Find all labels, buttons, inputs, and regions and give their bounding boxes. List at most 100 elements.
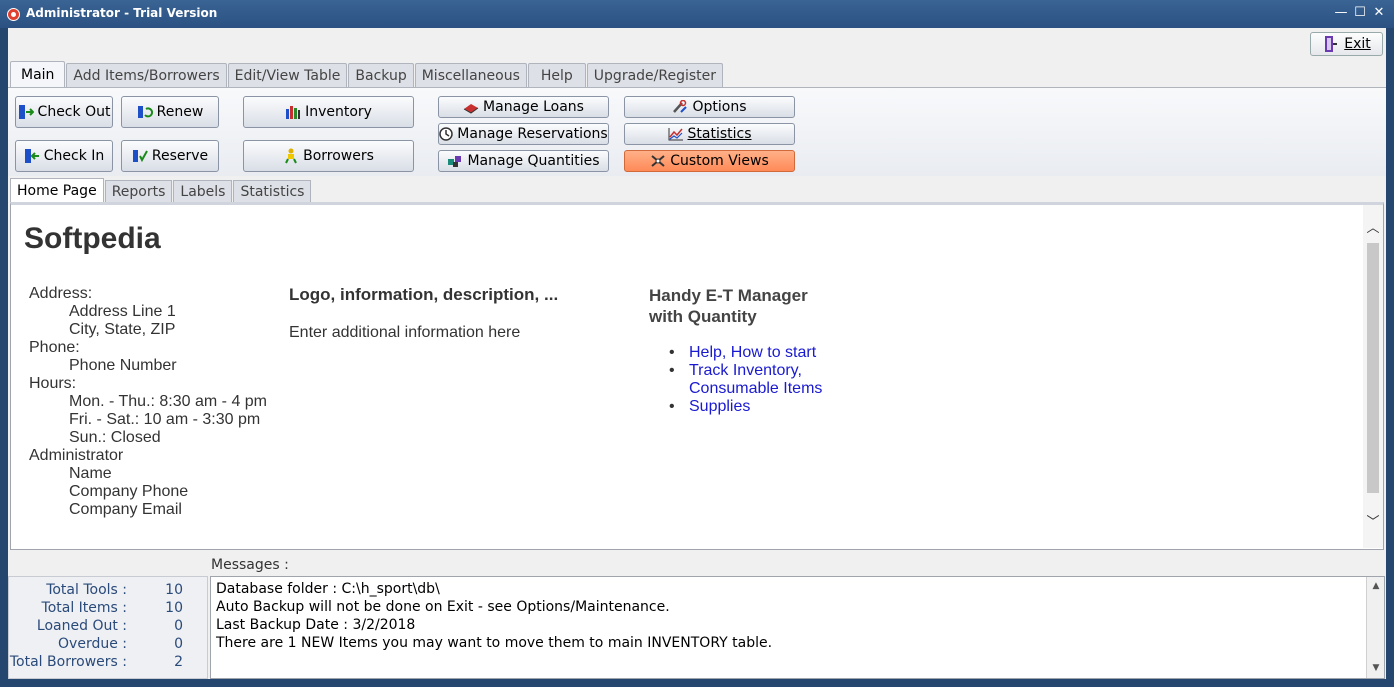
check-in-button[interactable]: Check In xyxy=(15,140,113,172)
manage-quantities-label: Manage Quantities xyxy=(467,153,600,169)
messages-scrollbar[interactable]: ▲ ▼ xyxy=(1366,577,1384,678)
tab-labels[interactable]: Labels xyxy=(173,180,233,202)
admin-name: Name xyxy=(69,465,112,482)
messages-box[interactable]: Database folder : C:\h_sport\db\ Auto Ba… xyxy=(210,576,1385,679)
tab-backup[interactable]: Backup xyxy=(348,63,414,87)
options-button[interactable]: Options xyxy=(624,96,795,118)
app-window: Administrator - Trial Version — ☐ ✕ Exit… xyxy=(0,0,1394,687)
exit-button[interactable]: Exit xyxy=(1310,32,1383,56)
supplies-link[interactable]: Supplies xyxy=(689,398,750,415)
sub-tabs: Home Page Reports Labels Statistics xyxy=(10,178,312,202)
home-page-view: Softpedia Address: Address Line 1 City, … xyxy=(10,202,1384,550)
message-line: Auto Backup will not be done on Exit - s… xyxy=(216,599,670,615)
admin-phone: Company Phone xyxy=(69,483,189,500)
inventory-books-icon xyxy=(286,106,301,119)
main-tabs: Main Add Items/Borrowers Edit/View Table… xyxy=(10,61,724,87)
stat-loaned-out: Loaned Out : 0 xyxy=(9,618,209,636)
message-line: There are 1 NEW Items you may want to mo… xyxy=(216,635,773,651)
product-heading-line-2: with Quantity xyxy=(649,307,757,326)
scroll-thumb[interactable] xyxy=(1367,243,1379,493)
statistics-button[interactable]: Statistics xyxy=(624,123,795,145)
stat-total-tools: Total Tools : 10 xyxy=(9,582,209,600)
phone-value: Phone Number xyxy=(69,357,177,374)
stat-label: Total Tools : xyxy=(46,582,127,598)
tab-miscellaneous[interactable]: Miscellaneous xyxy=(414,63,527,87)
list-item: Track Inventory,Consumable Items xyxy=(669,362,822,398)
manage-loans-button[interactable]: Manage Loans xyxy=(438,96,609,118)
hours-weekday: Mon. - Thu.: 8:30 am - 4 pm xyxy=(69,393,268,410)
maximize-icon[interactable]: ☐ xyxy=(1351,4,1369,22)
clock-icon xyxy=(439,127,454,141)
tab-home-page[interactable]: Home Page xyxy=(10,178,104,202)
tab-statistics[interactable]: Statistics xyxy=(233,180,312,202)
stat-label: Overdue : xyxy=(58,636,127,652)
tab-reports[interactable]: Reports xyxy=(104,180,173,202)
tab-edit-view-table[interactable]: Edit/View Table xyxy=(227,63,348,87)
address-line-1: Address Line 1 xyxy=(69,303,176,320)
renew-label: Renew xyxy=(156,104,204,120)
home-page-content: Softpedia Address: Address Line 1 City, … xyxy=(11,205,1363,548)
options-tools-icon xyxy=(673,100,688,113)
renew-button[interactable]: Renew xyxy=(121,96,219,128)
manage-quantities-icon xyxy=(448,156,462,167)
administrator-label: Administrator xyxy=(29,447,124,464)
track-inventory-line-1: Track Inventory, xyxy=(689,362,802,379)
inventory-label: Inventory xyxy=(305,104,372,120)
reserve-icon xyxy=(132,150,148,163)
statistics-chart-icon xyxy=(668,128,683,141)
address-line-2: City, State, ZIP xyxy=(69,321,176,338)
check-out-label: Check Out xyxy=(37,104,111,120)
tab-main[interactable]: Main xyxy=(10,61,66,87)
product-heading: Handy E-T Manager with Quantity xyxy=(649,285,808,327)
check-in-label: Check In xyxy=(43,148,105,164)
track-inventory-link[interactable]: Track Inventory, Consumable Items xyxy=(689,362,822,397)
borrowers-label: Borrowers xyxy=(303,148,374,164)
manage-loans-label: Manage Loans xyxy=(483,99,584,115)
admin-email: Company Email xyxy=(69,501,182,518)
tab-help[interactable]: Help xyxy=(527,63,586,87)
scroll-up-icon[interactable]: ▲ xyxy=(1367,581,1385,591)
options-label: Options xyxy=(692,99,747,115)
logo-info-heading: Logo, information, description, ... xyxy=(289,285,559,304)
scroll-up-icon[interactable]: ︿ xyxy=(1363,217,1383,236)
main-tab-panel: Check Out Check In Renew Reserve Invento… xyxy=(8,87,1386,176)
stat-value: 10 xyxy=(165,582,183,598)
stats-panel: Total Tools : 10 Total Items : 10 Loaned… xyxy=(8,576,208,679)
manage-quantities-button[interactable]: Manage Quantities xyxy=(438,150,609,172)
product-heading-line-1: Handy E-T Manager xyxy=(649,286,808,305)
help-how-to-start-link[interactable]: Help, How to start xyxy=(689,344,816,361)
client-area: Exit Main Add Items/Borrowers Edit/View … xyxy=(8,28,1386,679)
home-vertical-scrollbar[interactable]: ︿ ﹀ xyxy=(1363,205,1383,548)
close-icon[interactable]: ✕ xyxy=(1370,4,1388,22)
window-title: Administrator - Trial Version xyxy=(26,6,218,20)
custom-views-button[interactable]: Custom Views xyxy=(624,150,795,172)
message-line: Database folder : C:\h_sport\db\ xyxy=(216,581,440,597)
messages-label: Messages : xyxy=(211,557,289,573)
scroll-down-icon[interactable]: ﹀ xyxy=(1363,511,1383,530)
borrowers-person-icon xyxy=(285,148,297,164)
scroll-down-icon[interactable]: ▼ xyxy=(1367,663,1385,673)
stat-overdue: Overdue : 0 xyxy=(9,636,209,654)
borrowers-button[interactable]: Borrowers xyxy=(243,140,414,172)
phone-label: Phone: xyxy=(29,339,80,356)
track-inventory-line-2: Consumable Items xyxy=(689,380,823,397)
list-item: Help, How to start xyxy=(669,344,822,362)
message-line: Last Backup Date : 3/2/2018 xyxy=(216,617,416,633)
exit-door-icon xyxy=(1325,36,1338,52)
tab-upgrade-register[interactable]: Upgrade/Register xyxy=(586,63,724,87)
stat-total-items: Total Items : 10 xyxy=(9,600,209,618)
check-out-button[interactable]: Check Out xyxy=(15,96,113,128)
tab-add-items-borrowers[interactable]: Add Items/Borrowers xyxy=(66,63,227,87)
reserve-button[interactable]: Reserve xyxy=(121,140,219,172)
custom-views-icon xyxy=(651,155,665,167)
company-name: Softpedia xyxy=(24,222,161,255)
list-item: Supplies xyxy=(669,398,822,416)
inventory-button[interactable]: Inventory xyxy=(243,96,414,128)
title-bar: Administrator - Trial Version — ☐ ✕ xyxy=(0,0,1394,28)
minimize-icon[interactable]: — xyxy=(1332,4,1350,22)
address-label: Address: xyxy=(29,285,93,302)
stat-label: Loaned Out : xyxy=(36,618,127,634)
reserve-label: Reserve xyxy=(151,148,209,164)
hours-label: Hours: xyxy=(29,375,77,392)
manage-reservations-button[interactable]: Manage Reservations xyxy=(438,123,609,145)
